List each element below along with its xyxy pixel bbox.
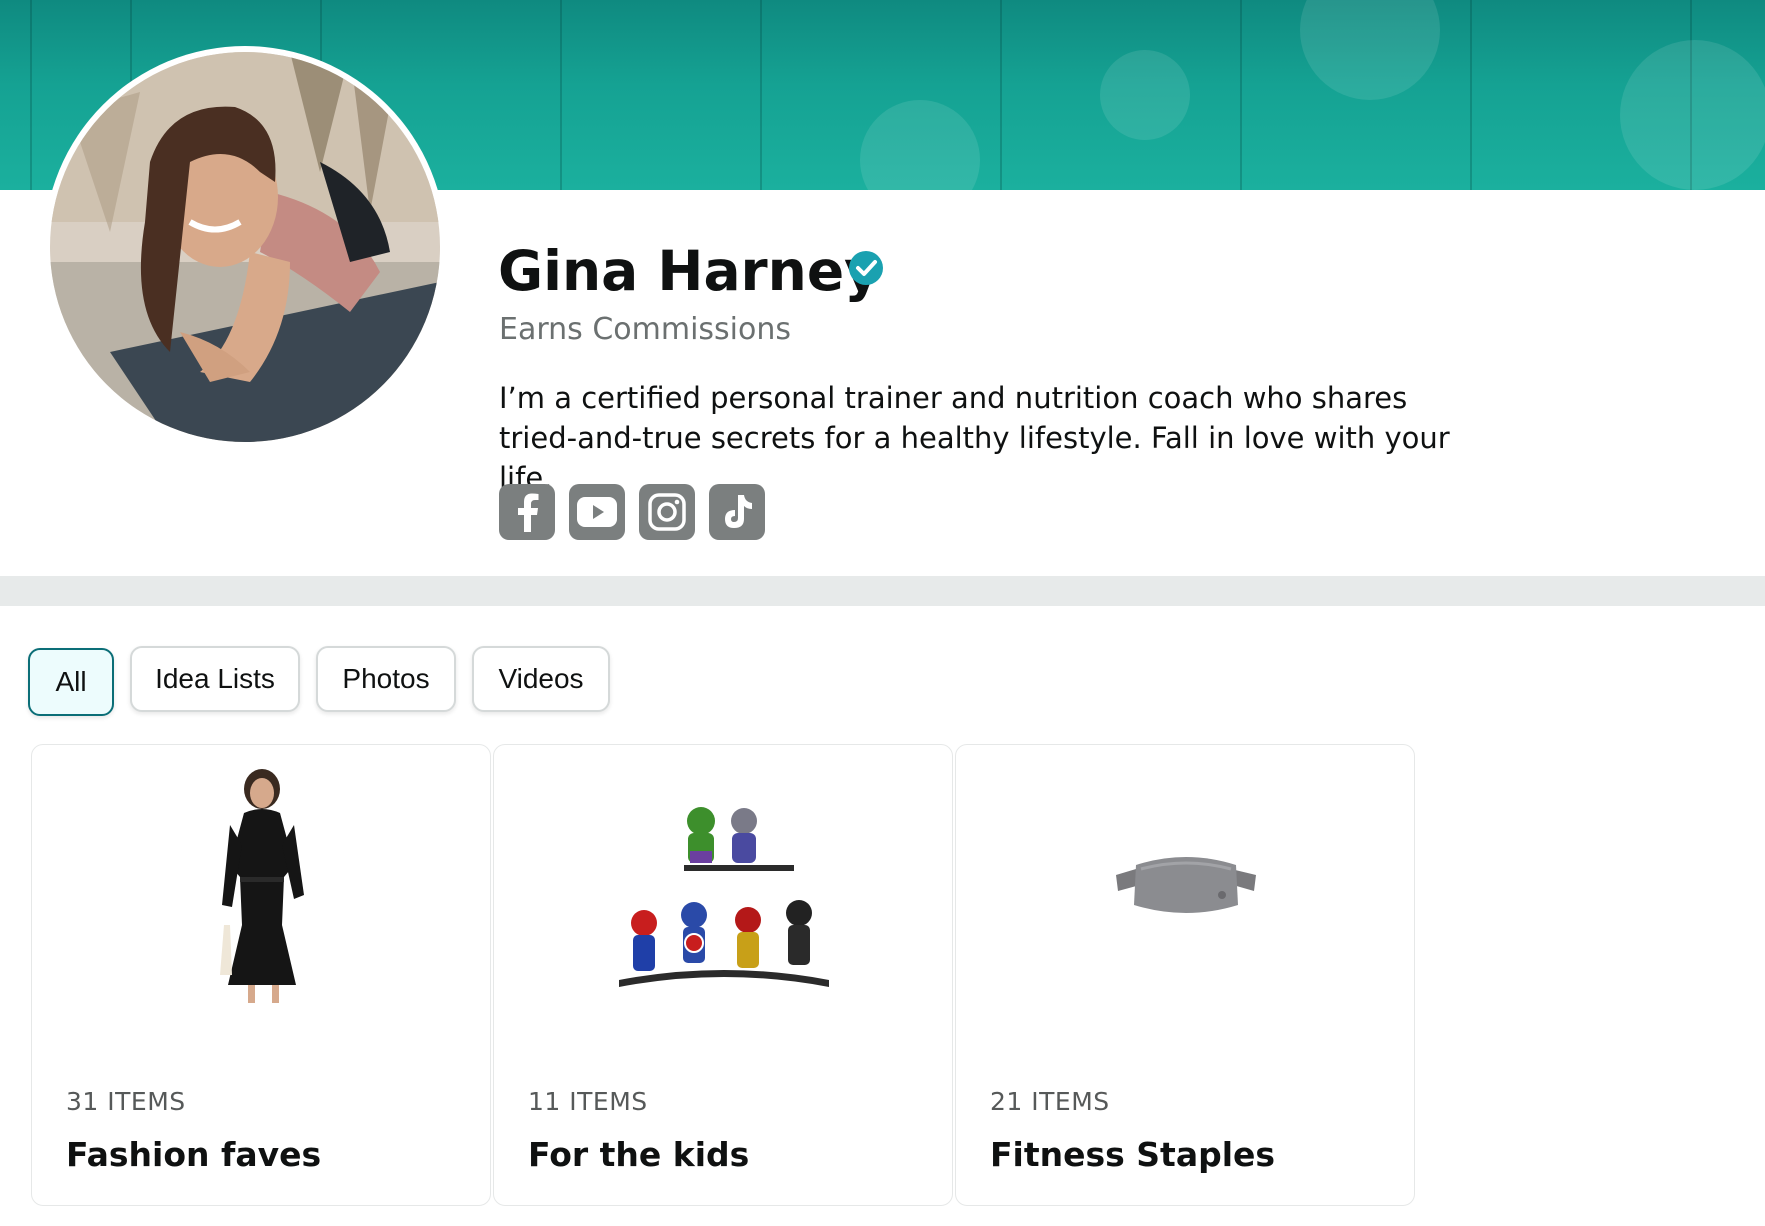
idea-list-card[interactable]: 31 ITEMS Fashion faves bbox=[31, 744, 491, 1206]
filter-videos-button[interactable]: Videos bbox=[472, 646, 610, 712]
black-dress-image bbox=[32, 765, 490, 1005]
list-title[interactable]: For the kids bbox=[528, 1135, 749, 1174]
idea-list-card[interactable]: 21 ITEMS Fitness Staples bbox=[955, 744, 1415, 1206]
profile-bio: I’m a certified personal trainer and nut… bbox=[499, 381, 1450, 495]
filter-idea-lists-button[interactable]: Idea Lists bbox=[130, 646, 300, 712]
idea-list-card[interactable]: 11 ITEMS For the kids bbox=[493, 744, 953, 1206]
list-title[interactable]: Fashion faves bbox=[66, 1135, 321, 1174]
instagram-icon[interactable] bbox=[639, 484, 695, 540]
list-title[interactable]: Fitness Staples bbox=[990, 1135, 1275, 1174]
section-divider bbox=[0, 576, 1765, 606]
profile-name: Gina Harney bbox=[498, 239, 880, 303]
avatar bbox=[50, 52, 440, 442]
superhero-figures-image bbox=[494, 765, 952, 1005]
youtube-icon[interactable] bbox=[569, 484, 625, 540]
item-count: 21 ITEMS bbox=[990, 1087, 1110, 1116]
filter-photos-button[interactable]: Photos bbox=[316, 646, 456, 712]
item-count: 11 ITEMS bbox=[528, 1087, 648, 1116]
verified-check-icon bbox=[848, 250, 884, 286]
filter-all-button[interactable]: All bbox=[28, 648, 114, 716]
tiktok-icon[interactable] bbox=[709, 484, 765, 540]
facebook-icon[interactable] bbox=[499, 484, 555, 540]
belt-bag-image bbox=[956, 765, 1414, 1005]
earns-commissions-label: Earns Commissions bbox=[499, 312, 792, 347]
item-count: 31 ITEMS bbox=[66, 1087, 186, 1116]
